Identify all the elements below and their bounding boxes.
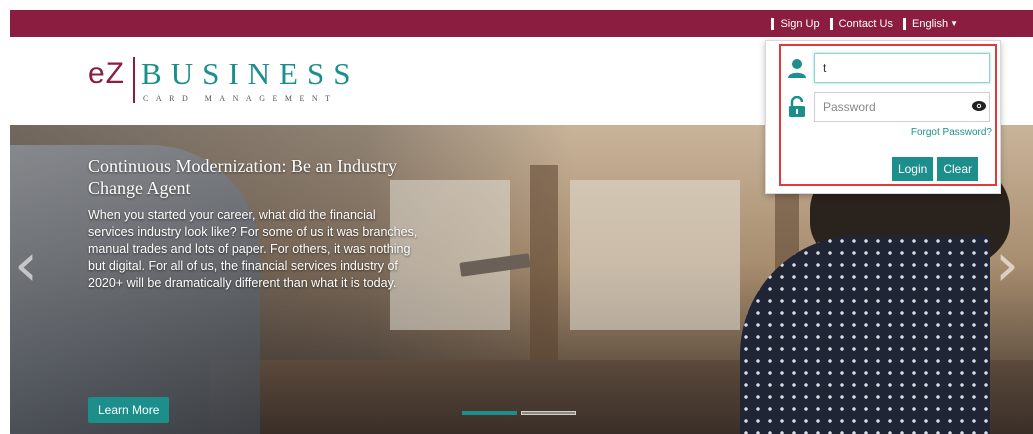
login-panel: Forgot Password? Login Clear <box>765 40 1001 194</box>
hero-body: When you started your career, what did t… <box>88 208 418 290</box>
logo-ez: eZ <box>88 57 126 90</box>
logo[interactable]: eZ BUSINESS CARD MANAGEMENT <box>88 57 359 103</box>
carousel-prev-icon[interactable]: ‹ <box>14 235 38 295</box>
login-actions: Login Clear <box>891 157 978 181</box>
carousel-indicator-1[interactable] <box>462 411 517 415</box>
language-label: English <box>912 17 949 30</box>
unlock-icon <box>789 96 805 117</box>
password-input[interactable] <box>814 92 990 122</box>
logo-words: BUSINESS CARD MANAGEMENT <box>141 56 360 104</box>
divider <box>829 17 833 30</box>
divider <box>771 17 775 30</box>
top-nav-bar: Sign Up Contact Us English ▼ <box>10 10 1033 37</box>
background-pillar <box>530 165 558 365</box>
login-button[interactable]: Login <box>891 157 934 181</box>
carousel-next-icon[interactable]: › <box>995 235 1019 295</box>
carousel-indicator-2[interactable] <box>521 411 576 415</box>
logo-divider <box>133 57 136 103</box>
sign-up-link[interactable]: Sign Up <box>771 17 820 30</box>
password-row <box>786 92 990 122</box>
user-icon <box>788 59 806 78</box>
username-row <box>786 53 990 83</box>
username-input[interactable] <box>814 53 990 83</box>
clear-button[interactable]: Clear <box>937 157 978 181</box>
carousel-indicators <box>462 411 576 415</box>
hero-title: Continuous Modernization: Be an Industry… <box>88 156 397 198</box>
language-dropdown[interactable]: English ▼ <box>903 17 958 30</box>
contact-us-label: Contact Us <box>838 17 893 30</box>
hero-text-block: Continuous Modernization: Be an Industry… <box>88 155 418 292</box>
contact-us-link[interactable]: Contact Us <box>829 17 893 30</box>
logo-business: BUSINESS <box>141 56 360 91</box>
logo-subtitle: CARD MANAGEMENT <box>143 94 338 103</box>
background-window <box>570 180 740 330</box>
eye-icon[interactable] <box>972 101 986 111</box>
forgot-password-link[interactable]: Forgot Password? <box>911 127 992 138</box>
sign-up-label: Sign Up <box>780 17 820 30</box>
divider <box>903 17 906 30</box>
caret-down-icon: ▼ <box>950 19 958 28</box>
learn-more-button[interactable]: Learn More <box>88 397 170 423</box>
